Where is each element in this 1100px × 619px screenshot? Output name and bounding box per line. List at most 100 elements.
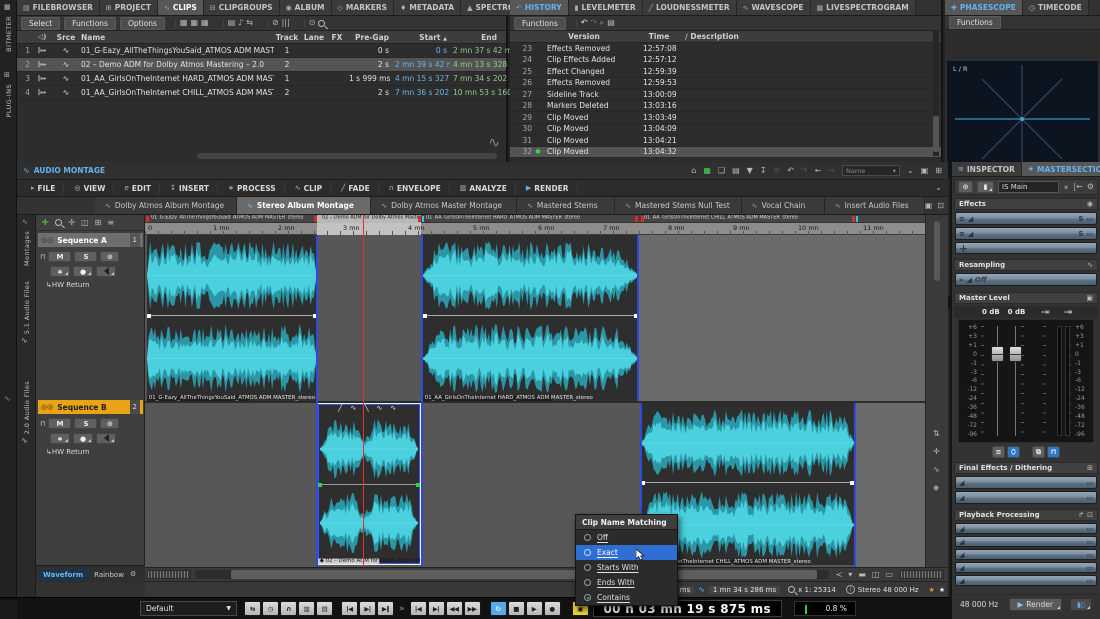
monitor-b-icon[interactable]: ◫	[872, 571, 880, 579]
doc-tab[interactable]: ∿Insert Audio Files	[825, 197, 925, 214]
side-tab-montages[interactable]: Montages	[23, 231, 31, 266]
ribbon-collapse-icon[interactable]: ⌄	[935, 184, 942, 192]
final-effects-header[interactable]: Final Effects / Dithering⊞	[954, 462, 1098, 474]
play-button[interactable]: ▶	[526, 601, 543, 616]
mute-button[interactable]: M	[48, 418, 71, 429]
doc-tab[interactable]: ∿Dolby Atmos Master Montage	[371, 197, 517, 214]
waveform-right[interactable]	[147, 323, 317, 394]
tab-loudnessmeter[interactable]: ╱LOUDNESSMETER	[643, 0, 737, 15]
clip-g-eazy[interactable]: 01_G-Eazy_AllTheThingsYouSaid_ATMOS ADM …	[147, 235, 317, 401]
play-clip-icon[interactable]: ‖▸▸	[30, 62, 54, 68]
clip-marker[interactable]	[146, 216, 149, 222]
timer-button[interactable]: ◷	[262, 601, 279, 616]
effects-button[interactable]: ∗	[50, 433, 70, 444]
redo-icon[interactable]: ↷	[591, 19, 598, 27]
menu-process[interactable]: ∗PROCESS	[220, 182, 285, 195]
options-menu[interactable]: Options	[120, 17, 165, 30]
playback-slot-5[interactable]: ◢▭	[955, 575, 1097, 586]
monitor-mic-button[interactable]: ▮	[977, 181, 994, 193]
col-lane[interactable]: Lane	[300, 33, 328, 42]
clips-hscrollbar[interactable]	[197, 153, 497, 159]
zoom-track-icon[interactable]	[55, 219, 62, 226]
view-settings-gear-icon[interactable]: ⚙	[130, 571, 136, 578]
tab-clips[interactable]: ∿CLIPS	[158, 0, 204, 15]
menu-clip[interactable]: ∿CLIP	[287, 182, 331, 195]
monitor-a-icon[interactable]: ▬	[858, 571, 866, 579]
zoom-slider-vertical[interactable]	[900, 570, 944, 579]
master-fader-left[interactable]	[991, 346, 1004, 362]
col-name[interactable]: Name	[78, 33, 274, 42]
playback-processing-header[interactable]: Playback Processing↱⊡	[954, 509, 1098, 521]
audio-icon[interactable]: ♪	[238, 19, 243, 27]
solo-button[interactable]: S	[74, 251, 97, 262]
solo-button[interactable]: S	[74, 418, 97, 429]
bypass-icon[interactable]: ⌅	[1063, 183, 1070, 191]
peak-right[interactable]: -∞	[1064, 308, 1073, 316]
lock-icon[interactable]: ⊓	[40, 253, 45, 261]
play-clip-icon[interactable]: ‖▸▸	[30, 48, 54, 54]
track-lane-2[interactable]: ╱ ∿ ╲ ∿ ∿˙ ◆ 02 – Demo ADM for Dolby Atm…	[145, 403, 925, 567]
waveform-left[interactable]	[320, 418, 418, 480]
timeline-vscrollbar[interactable]	[934, 221, 940, 281]
volume-envelope[interactable]	[318, 484, 420, 485]
tab-album[interactable]: ◉ALBUM	[280, 0, 332, 15]
undo-icon[interactable]: ↶	[787, 167, 794, 175]
grid-medium-icon[interactable]: ▦	[190, 19, 198, 27]
name-filter-input[interactable]: Name▾	[842, 165, 900, 176]
track-height-icon[interactable]: ✛	[68, 219, 75, 227]
home-icon[interactable]: ⌂	[691, 167, 696, 175]
master-level-header[interactable]: Master Level▣	[954, 292, 1098, 304]
final-effect-slot-2[interactable]: ◢▭	[955, 491, 1097, 504]
peak-left[interactable]: -∞	[1041, 308, 1050, 316]
meter-hold-button[interactable]: ⬯	[1007, 446, 1020, 458]
mute-button[interactable]: M	[48, 251, 71, 262]
go-end-button[interactable]: ▶|	[428, 601, 445, 616]
record-button[interactable]: ●	[544, 601, 561, 616]
history-row[interactable]: 26Effects Removed12:59:53	[510, 78, 941, 90]
slot-bypass-icon[interactable]: ▭	[1086, 551, 1093, 559]
reset-icon[interactable]: |←	[1073, 183, 1082, 191]
zoom-fit-icon[interactable]: ✛	[933, 448, 940, 456]
settings-gear-icon[interactable]: ⚙	[1087, 183, 1094, 191]
waveform-left[interactable]	[641, 408, 854, 478]
grid-large-icon[interactable]: ▦	[201, 19, 209, 27]
playback-slot-1[interactable]: ◢▭	[955, 523, 1097, 534]
tab-levelmeter[interactable]: ▮LEVELMETER	[569, 0, 643, 15]
clip-marker[interactable]	[418, 216, 421, 222]
scroll-sync-icon[interactable]: ⇅	[933, 430, 940, 438]
track-menu-icon[interactable]: ≡	[107, 219, 114, 227]
col-pregap[interactable]: Pre-Gap	[346, 33, 392, 42]
tab-markers[interactable]: ◇MARKERS	[332, 0, 395, 15]
go-start-button[interactable]: |◀	[410, 601, 427, 616]
menu-render[interactable]: ▶RENDER	[518, 182, 578, 195]
clip-marker[interactable]	[635, 216, 638, 222]
slot-bypass-icon[interactable]: ▭	[1086, 577, 1093, 585]
menu-item-ends-with[interactable]: Ends With	[576, 575, 677, 590]
playback-route-icon[interactable]: ↱	[1078, 511, 1084, 519]
effects-button[interactable]: ∗	[50, 266, 70, 277]
history-row-selected[interactable]: 32●Clip Moved13:04:32	[510, 147, 941, 159]
slot-bypass-icon[interactable]: ▭	[1086, 525, 1093, 533]
swap-icon[interactable]: ⇆	[246, 19, 253, 27]
dropdown-icon[interactable]: ▾	[848, 571, 852, 579]
preset-star-icon[interactable]: ★	[939, 586, 945, 594]
output-button[interactable]	[96, 266, 116, 277]
col-end[interactable]: End	[450, 33, 500, 42]
playback-slot-2[interactable]: ◢▭	[955, 536, 1097, 547]
tab-wavescope[interactable]: ∿WAVESCOPE	[737, 0, 811, 15]
functions-menu[interactable]: Functions	[514, 17, 566, 30]
envelope-tool-icon[interactable]: ∿	[350, 404, 356, 416]
track-header-sequence-b[interactable]: ◎◎ Sequence B 2	[38, 400, 143, 414]
shuffle-playback-button[interactable]: ⇆	[244, 601, 261, 616]
clip-marker[interactable]	[314, 216, 317, 222]
playback-monitor-button[interactable]: ▤	[316, 601, 333, 616]
tab-list-icon[interactable]: ▣	[925, 202, 933, 210]
side-tab-51-audio[interactable]: 5.1 Audio Files	[23, 281, 31, 334]
history-vscrollbar[interactable]	[933, 30, 939, 156]
tab-clipgroups[interactable]: ⊟CLIPGROUPS	[204, 0, 280, 15]
clip-row-selected[interactable]: 2‖▸▸∿ 02 – Demo ADM for Dolby Atmos Mast…	[17, 58, 506, 72]
import-icon[interactable]: ↧	[760, 167, 767, 175]
history-row[interactable]: 28Markers Deleted13:03:16	[510, 101, 941, 113]
menu-fade[interactable]: ╱FADE	[333, 182, 379, 195]
meter-mode-button[interactable]: ≡	[992, 446, 1005, 458]
